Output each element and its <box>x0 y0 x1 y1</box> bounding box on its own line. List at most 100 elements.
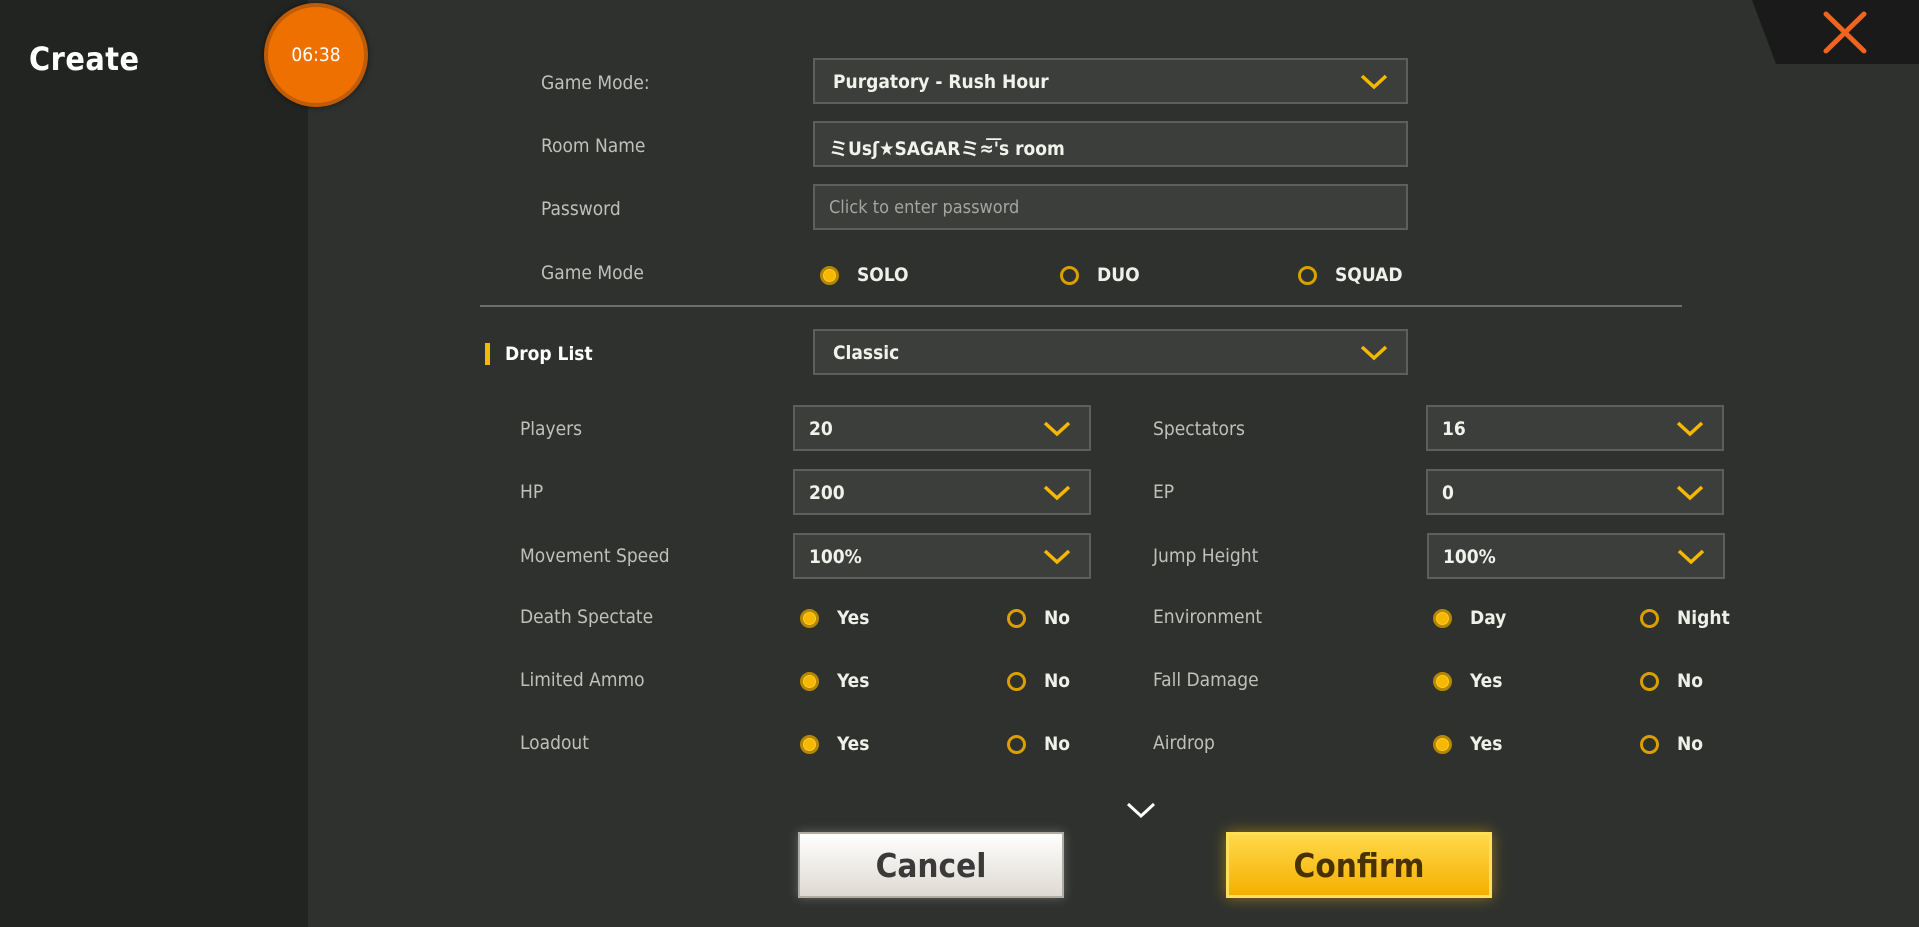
spectators-value: 16 <box>1442 418 1466 440</box>
radio-selected-icon <box>800 608 819 628</box>
hp-value: 200 <box>809 482 845 504</box>
radio-label: Yes <box>837 733 870 755</box>
chevron-down-icon <box>1043 485 1071 501</box>
chevron-down-icon <box>1360 345 1388 361</box>
players-dropdown[interactable]: 20 <box>793 405 1091 451</box>
password-placeholder: Click to enter password <box>829 197 1020 218</box>
radio-unselected-icon <box>1007 734 1026 754</box>
radio-unselected-icon <box>1298 265 1317 285</box>
radio-label: Yes <box>837 607 870 629</box>
password-input[interactable]: Click to enter password <box>813 184 1408 230</box>
team-mode-duo-radio[interactable]: DUO <box>1060 262 1140 288</box>
environment-label: Environment <box>1153 606 1263 628</box>
chevron-down-icon <box>1676 421 1704 437</box>
drop-list-label: Drop List <box>505 343 593 365</box>
death-spectate-yes-radio[interactable]: Yes <box>800 605 869 631</box>
game-mode-label: Game Mode: <box>541 72 650 94</box>
radio-label: Night <box>1677 607 1730 629</box>
room-name-label: Room Name <box>541 135 646 157</box>
radio-label: No <box>1677 733 1704 755</box>
movement-speed-label: Movement Speed <box>520 545 670 567</box>
section-divider <box>480 305 1682 307</box>
limited-ammo-no-radio[interactable]: No <box>1007 668 1070 694</box>
confirm-button[interactable]: Confirm <box>1226 832 1492 898</box>
radio-label: No <box>1044 670 1071 692</box>
radio-label: SQUAD <box>1335 264 1403 286</box>
jump-height-dropdown[interactable]: 100% <box>1427 533 1725 579</box>
scroll-more-chevron-icon[interactable] <box>1125 800 1157 820</box>
countdown-timer: 06:38 <box>264 3 368 107</box>
airdrop-no-radio[interactable]: No <box>1640 731 1703 757</box>
room-name-input[interactable]: ミUsʃ★SAGARミ≈͞'s room <box>813 121 1408 167</box>
ep-value: 0 <box>1442 482 1454 504</box>
fall-damage-label: Fall Damage <box>1153 669 1259 691</box>
radio-selected-icon <box>800 671 819 691</box>
spectators-dropdown[interactable]: 16 <box>1426 405 1724 451</box>
radio-label: Yes <box>1470 733 1503 755</box>
team-mode-squad-radio[interactable]: SQUAD <box>1298 262 1403 288</box>
jump-height-label: Jump Height <box>1153 545 1259 567</box>
radio-label: Yes <box>837 670 870 692</box>
chevron-down-icon <box>1677 549 1705 565</box>
radio-label: DUO <box>1097 264 1140 286</box>
radio-selected-icon <box>820 265 839 285</box>
radio-unselected-icon <box>1640 734 1659 754</box>
radio-label: Day <box>1470 607 1507 629</box>
chevron-down-icon <box>1360 74 1388 90</box>
radio-selected-icon <box>800 734 819 754</box>
jump-height-value: 100% <box>1443 546 1496 568</box>
hp-label: HP <box>520 481 544 503</box>
radio-selected-icon <box>1433 734 1452 754</box>
airdrop-yes-radio[interactable]: Yes <box>1433 731 1502 757</box>
movement-speed-dropdown[interactable]: 100% <box>793 533 1091 579</box>
ep-label: EP <box>1153 481 1175 503</box>
chevron-down-icon <box>1676 485 1704 501</box>
chevron-down-icon <box>1043 421 1071 437</box>
radio-selected-icon <box>1433 671 1452 691</box>
limited-ammo-yes-radio[interactable]: Yes <box>800 668 869 694</box>
password-label: Password <box>541 198 621 220</box>
limited-ammo-label: Limited Ammo <box>520 669 645 691</box>
section-marker <box>485 343 490 365</box>
close-icon[interactable] <box>1820 10 1870 55</box>
drop-list-dropdown[interactable]: Classic <box>813 329 1408 375</box>
radio-label: No <box>1044 733 1071 755</box>
death-spectate-no-radio[interactable]: No <box>1007 605 1070 631</box>
movement-speed-value: 100% <box>809 546 862 568</box>
drop-list-value: Classic <box>833 342 900 364</box>
radio-selected-icon <box>1433 608 1452 628</box>
loadout-yes-radio[interactable]: Yes <box>800 731 869 757</box>
radio-label: No <box>1677 670 1704 692</box>
hp-dropdown[interactable]: 200 <box>793 469 1091 515</box>
spectators-label: Spectators <box>1153 418 1245 440</box>
environment-day-radio[interactable]: Day <box>1433 605 1506 631</box>
page-title: Create <box>29 40 140 78</box>
environment-night-radio[interactable]: Night <box>1640 605 1730 631</box>
team-mode-solo-radio[interactable]: SOLO <box>820 262 909 288</box>
radio-unselected-icon <box>1060 265 1079 285</box>
players-label: Players <box>520 418 583 440</box>
game-mode-dropdown[interactable]: Purgatory - Rush Hour <box>813 58 1408 104</box>
ep-dropdown[interactable]: 0 <box>1426 469 1724 515</box>
fall-damage-no-radio[interactable]: No <box>1640 668 1703 694</box>
game-mode-value: Purgatory - Rush Hour <box>833 71 1049 93</box>
radio-label: No <box>1044 607 1071 629</box>
fall-damage-yes-radio[interactable]: Yes <box>1433 668 1502 694</box>
team-mode-label: Game Mode <box>541 262 644 284</box>
players-value: 20 <box>809 418 833 440</box>
loadout-no-radio[interactable]: No <box>1007 731 1070 757</box>
radio-unselected-icon <box>1007 671 1026 691</box>
radio-unselected-icon <box>1007 608 1026 628</box>
death-spectate-label: Death Spectate <box>520 606 654 628</box>
room-name-value: ミUsʃ★SAGARミ≈͞'s room <box>829 138 1065 160</box>
sidebar-panel <box>0 0 308 927</box>
chevron-down-icon <box>1043 549 1071 565</box>
timer-text: 06:38 <box>291 44 341 66</box>
cancel-button[interactable]: Cancel <box>798 832 1064 898</box>
loadout-label: Loadout <box>520 732 589 754</box>
radio-label: Yes <box>1470 670 1503 692</box>
radio-unselected-icon <box>1640 671 1659 691</box>
radio-unselected-icon <box>1640 608 1659 628</box>
radio-label: SOLO <box>857 264 909 286</box>
airdrop-label: Airdrop <box>1153 732 1215 754</box>
